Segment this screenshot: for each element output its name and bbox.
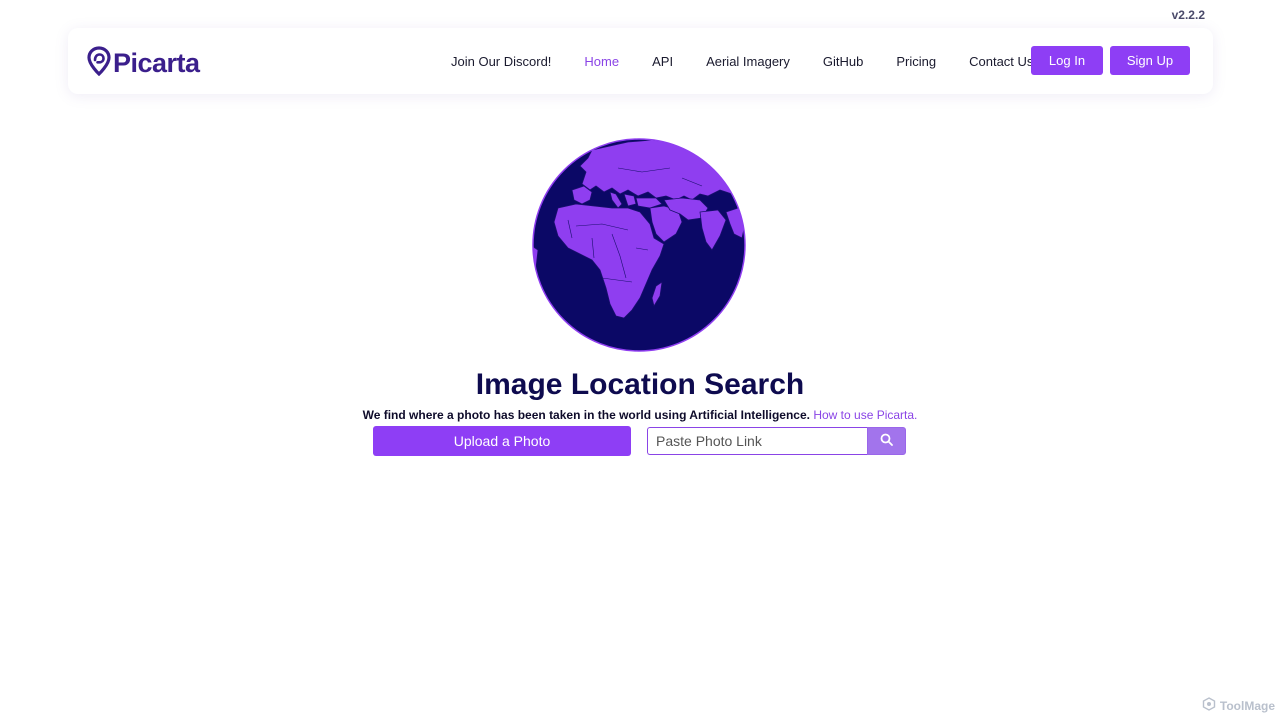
nav-link-aerial-imagery[interactable]: Aerial Imagery	[706, 54, 790, 69]
brand-logo[interactable]: Picarta	[87, 46, 200, 81]
page: v2.2.2 Picarta Join Our Discord! Home AP…	[0, 0, 1280, 720]
nav-link-discord[interactable]: Join Our Discord!	[451, 54, 551, 69]
globe-illustration	[532, 138, 746, 352]
search-icon	[880, 433, 893, 449]
nav-link-home[interactable]: Home	[584, 54, 619, 69]
how-to-use-link[interactable]: How to use Picarta.	[813, 408, 917, 422]
brand-name: Picarta	[113, 48, 200, 78]
login-button[interactable]: Log In	[1031, 46, 1103, 75]
hero-description: We find where a photo has been taken in …	[362, 408, 810, 422]
search-button[interactable]	[867, 427, 906, 455]
upload-photo-button[interactable]: Upload a Photo	[373, 426, 631, 456]
nav-link-pricing[interactable]: Pricing	[896, 54, 936, 69]
version-label: v2.2.2	[1171, 8, 1205, 22]
nav-link-contact-us[interactable]: Contact Us	[969, 54, 1033, 69]
map-pin-icon	[87, 46, 111, 81]
page-title: Image Location Search	[475, 368, 805, 401]
navbar: Picarta Join Our Discord! Home API Aeria…	[68, 28, 1213, 94]
toolmage-logo-icon	[1202, 697, 1216, 714]
nav-link-api[interactable]: API	[652, 54, 673, 69]
signup-button[interactable]: Sign Up	[1110, 46, 1190, 75]
nav-links: Join Our Discord! Home API Aerial Imager…	[451, 28, 1066, 94]
nav-link-github[interactable]: GitHub	[823, 54, 863, 69]
hero-subtitle: We find where a photo has been taken in …	[0, 408, 1280, 422]
watermark: ToolMage	[1202, 697, 1275, 714]
watermark-text: ToolMage	[1219, 698, 1275, 713]
auth-buttons: Log In Sign Up	[1031, 46, 1190, 75]
photo-link-input[interactable]	[647, 427, 868, 455]
